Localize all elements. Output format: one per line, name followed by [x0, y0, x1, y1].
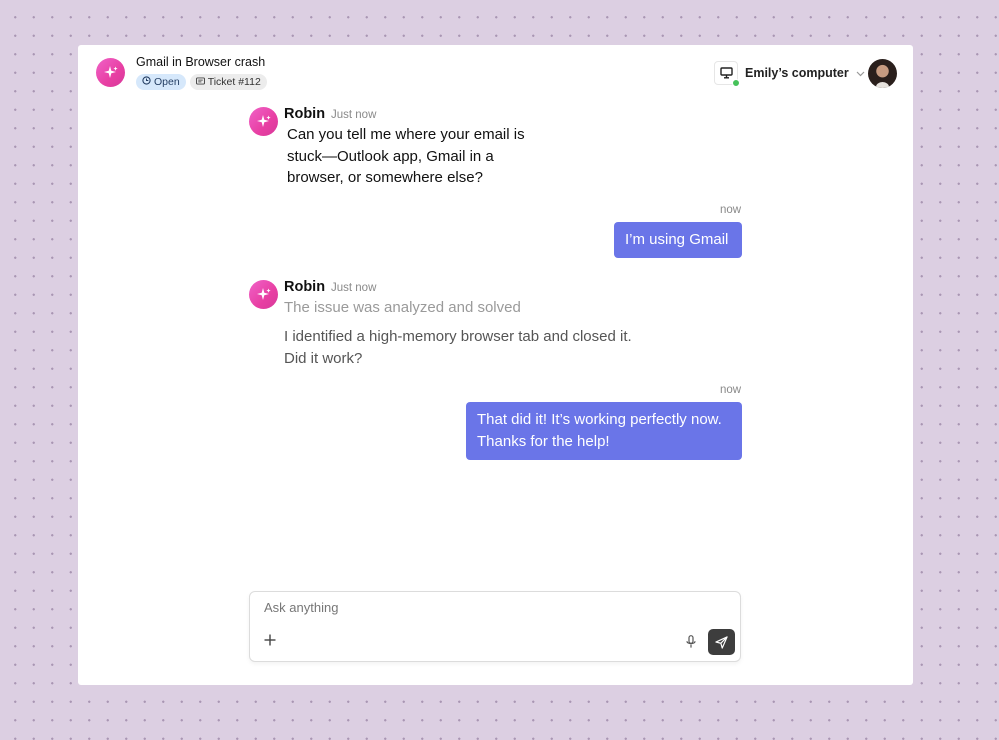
online-status-dot [732, 79, 740, 87]
status-badge[interactable]: Open [136, 74, 186, 90]
bot-message: I identified a high-memory browser tab a… [284, 326, 632, 369]
clock-icon [142, 76, 151, 88]
bot-message: Can you tell me where your email is stuc… [287, 124, 525, 189]
message-line: I’m using Gmail [625, 231, 729, 248]
message-input[interactable] [264, 600, 664, 615]
sender-name: Robin [284, 106, 326, 122]
chevron-down-icon [856, 64, 865, 82]
message-line: That did it! It’s working perfectly now. [477, 411, 722, 428]
microphone-icon [686, 635, 696, 648]
message-line: Did it work? [284, 349, 363, 367]
robin-avatar [249, 107, 278, 136]
analysis-status: The issue was analyzed and solved [284, 299, 521, 316]
ticket-number-badge[interactable]: Ticket #112 [189, 74, 267, 90]
computer-selector[interactable]: Emily’s computer [714, 61, 865, 87]
microphone-button[interactable] [684, 634, 698, 650]
robin-avatar [249, 280, 278, 309]
user-message: That did it! It’s working perfectly now.… [466, 402, 742, 460]
user-message: I’m using Gmail [614, 222, 742, 258]
message-timestamp: now [720, 204, 742, 216]
status-badge-label: Open [154, 76, 180, 88]
message-line: stuck—Outlook app, Gmail in a [287, 147, 494, 165]
message-timestamp: Just now [331, 109, 377, 121]
send-icon [715, 635, 728, 649]
message-composer [249, 591, 741, 662]
message-timestamp: now [720, 384, 742, 396]
user-avatar[interactable] [868, 59, 897, 88]
monitor-icon [714, 61, 740, 87]
sparkle-icon [96, 58, 125, 87]
ticket-icon [195, 76, 205, 88]
sparkle-icon [256, 114, 271, 127]
sparkle-icon [256, 287, 271, 300]
plus-icon [264, 634, 276, 646]
ticket-title: Gmail in Browser crash [136, 55, 266, 69]
message-line: I identified a high-memory browser tab a… [284, 328, 632, 345]
message-line: Thanks for the help! [477, 432, 610, 450]
ticket-badges: Open Ticket #112 [136, 74, 267, 90]
message-line: browser, or somewhere else? [287, 169, 483, 186]
sender-name: Robin [284, 279, 326, 295]
add-attachment-button[interactable] [262, 632, 278, 648]
message-timestamp: Just now [331, 282, 377, 294]
send-button[interactable] [708, 629, 735, 655]
chat-window: Gmail in Browser crash Open Ticket #112 … [78, 45, 913, 685]
message-line: Can you tell me where your email is [287, 126, 525, 143]
ticket-badge-label: Ticket #112 [207, 76, 261, 88]
computer-name: Emily’s computer [745, 66, 849, 80]
